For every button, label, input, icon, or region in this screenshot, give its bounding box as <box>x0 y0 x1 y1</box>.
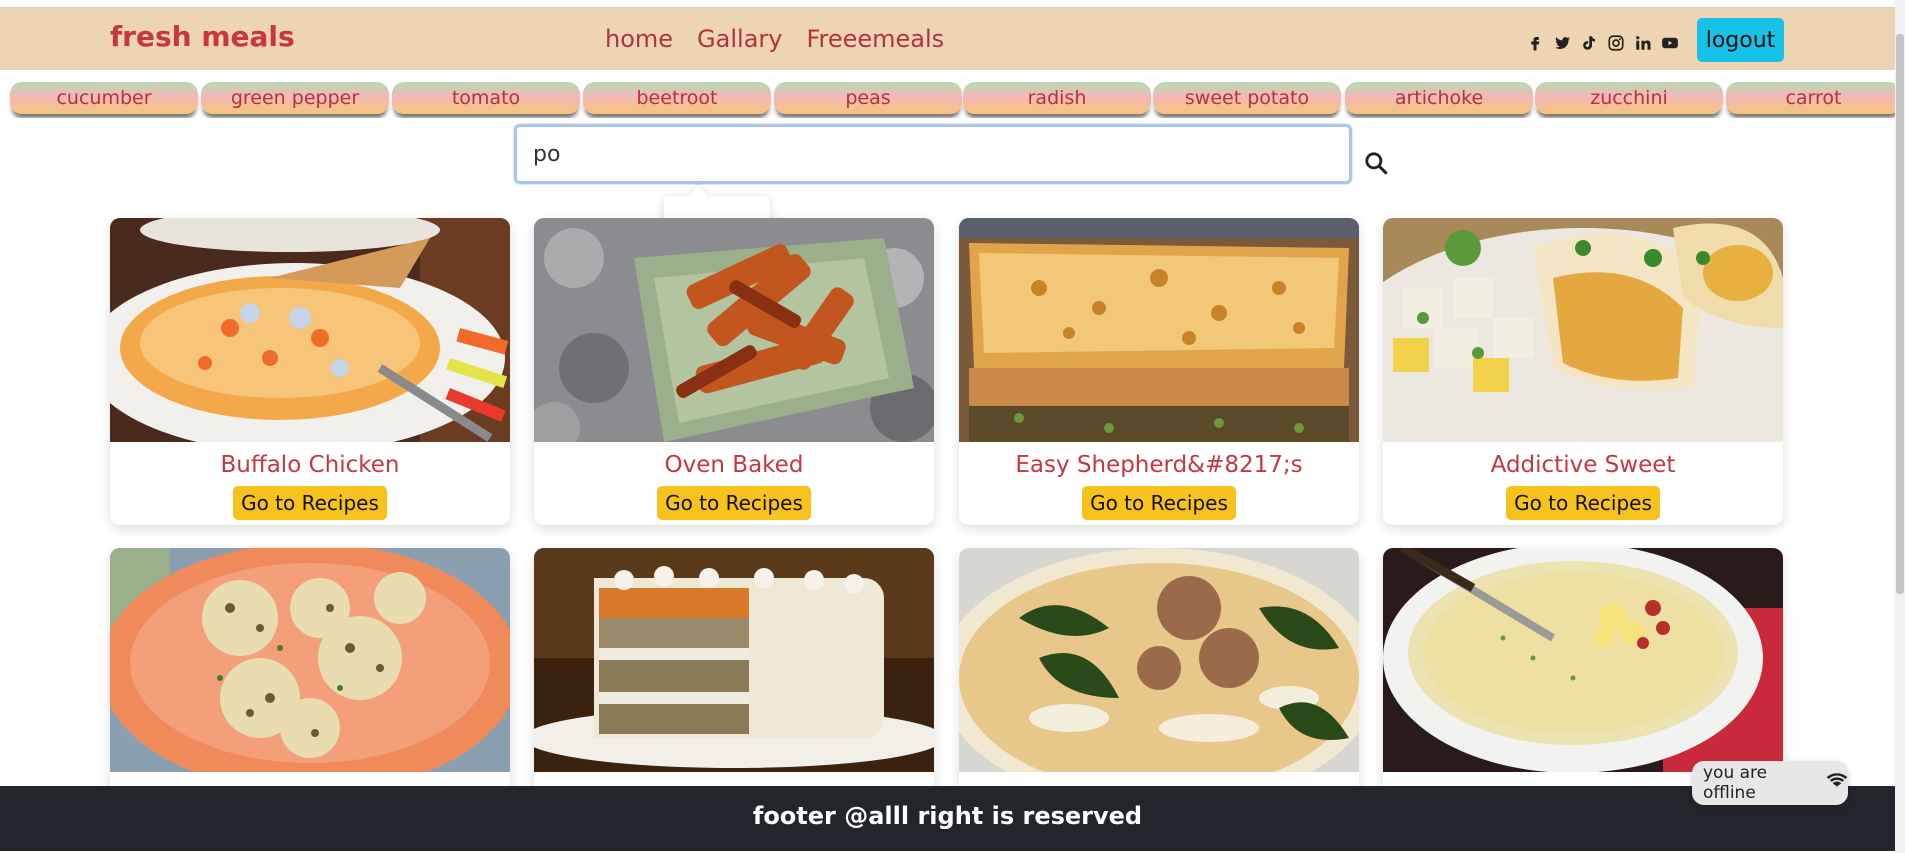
nav-link-freeemeals[interactable]: Freeemeals <box>806 25 944 53</box>
recipe-image-easy-shepherds[interactable] <box>959 218 1359 442</box>
recipe-card: Buffalo Chicken Go to Recipes <box>110 218 510 525</box>
footer-text: footer @alll right is reserved <box>752 802 1143 830</box>
recipe-card: Addictive Sweet Go to Recipes <box>1383 218 1783 525</box>
recipe-card: Oven Baked Go to Recipes <box>534 218 934 525</box>
vertical-scrollbar[interactable] <box>1895 0 1905 853</box>
go-to-recipes-button[interactable]: Go to Recipes <box>1082 486 1236 520</box>
recipe-card <box>534 548 934 808</box>
offline-status-badge: you are offline <box>1692 761 1848 805</box>
recipe-title: Oven Baked <box>664 452 804 478</box>
twitter-icon[interactable] <box>1553 34 1571 52</box>
veg-tag-artichoke[interactable]: artichoke <box>1345 82 1533 114</box>
vegetable-tags-strip: cucumber green pepper tomato beetroot pe… <box>0 82 1895 118</box>
veg-tag-peas[interactable]: peas <box>774 82 962 114</box>
go-to-recipes-button[interactable]: Go to Recipes <box>1506 486 1660 520</box>
linkedin-icon[interactable] <box>1634 34 1652 52</box>
veg-tag-radish[interactable]: radish <box>963 82 1151 114</box>
instagram-icon[interactable] <box>1607 34 1625 52</box>
recipe-image-oven-baked[interactable] <box>534 218 934 442</box>
browser-top-border <box>0 0 1895 8</box>
tiktok-icon[interactable] <box>1580 34 1598 52</box>
facebook-icon[interactable] <box>1526 34 1544 52</box>
logout-button[interactable]: logout <box>1697 18 1784 62</box>
footer: footer @alll right is reserved <box>0 786 1895 851</box>
veg-tag-beetroot[interactable]: beetroot <box>583 82 771 114</box>
offline-label: you are offline <box>1703 763 1768 803</box>
recipe-title: Easy Shepherd&#8217;s <box>1015 452 1303 478</box>
nav-link-home[interactable]: home <box>605 25 673 53</box>
veg-tag-tomato[interactable]: tomato <box>392 82 580 114</box>
veg-tag-cucumber[interactable]: cucumber <box>10 82 198 114</box>
nav-links: home Gallary Freeemeals <box>605 25 944 53</box>
wifi-icon <box>1826 770 1848 797</box>
veg-tag-zucchini[interactable]: zucchini <box>1535 82 1723 114</box>
veg-tag-sweet-potato[interactable]: sweet potato <box>1153 82 1341 114</box>
recipe-card: Easy Shepherd&#8217;s Go to Recipes <box>959 218 1359 525</box>
search-input[interactable] <box>514 124 1352 184</box>
recipe-image-layer-cake[interactable] <box>534 548 934 772</box>
veg-tag-green-pepper[interactable]: green pepper <box>201 82 389 114</box>
social-links <box>1526 34 1679 52</box>
recipe-card <box>110 548 510 808</box>
go-to-recipes-button[interactable]: Go to Recipes <box>233 486 387 520</box>
youtube-icon[interactable] <box>1661 34 1679 52</box>
scrollbar-thumb[interactable] <box>1896 34 1904 594</box>
recipe-image-buffalo-chicken[interactable] <box>110 218 510 442</box>
recipe-image-smashed-potatoes[interactable] <box>110 548 510 772</box>
recipe-card <box>959 548 1359 808</box>
recipe-image-addictive-sweet[interactable] <box>1383 218 1783 442</box>
recipe-title: Addictive Sweet <box>1490 452 1676 478</box>
search-icon[interactable] <box>1363 150 1389 176</box>
go-to-recipes-button[interactable]: Go to Recipes <box>657 486 811 520</box>
recipe-image-potato-soup[interactable] <box>1383 548 1783 772</box>
brand-logo[interactable]: fresh meals <box>110 20 295 53</box>
recipe-image-sausage-soup[interactable] <box>959 548 1359 772</box>
navbar: fresh meals home Gallary Freeemeals logo… <box>0 8 1895 70</box>
recipe-title: Buffalo Chicken <box>220 452 400 478</box>
nav-link-gallary[interactable]: Gallary <box>697 25 782 53</box>
veg-tag-carrot[interactable]: carrot <box>1726 82 1895 114</box>
